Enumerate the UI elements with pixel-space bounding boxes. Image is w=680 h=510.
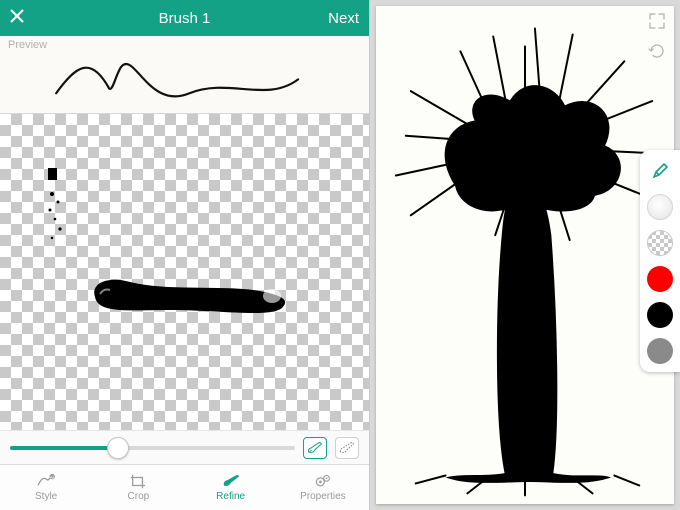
dock-swatch-transparent[interactable]: [647, 230, 673, 256]
properties-icon: [312, 473, 334, 489]
style-icon: Aa: [35, 473, 57, 489]
tab-label: Properties: [300, 491, 346, 502]
dock-swatch-soft[interactable]: [647, 194, 673, 220]
preview-label: Preview: [8, 39, 47, 51]
brush-shape-editor[interactable]: [0, 114, 369, 430]
tab-bar: Aa Style Crop Refine Properties: [0, 464, 369, 510]
refine-slider[interactable]: [10, 446, 295, 450]
next-button[interactable]: Next: [319, 10, 359, 27]
tool-dock: [640, 150, 680, 372]
tab-label: Crop: [128, 491, 150, 502]
erase-brush-icon: [339, 441, 355, 455]
slider-thumb[interactable]: [107, 437, 129, 459]
brush-preview: Preview: [0, 36, 369, 114]
brush-shape-svg: [0, 114, 369, 430]
tab-properties[interactable]: Properties: [277, 465, 369, 510]
dock-swatch-black[interactable]: [647, 302, 673, 328]
tab-refine[interactable]: Refine: [185, 465, 277, 510]
close-button[interactable]: [10, 9, 50, 27]
paint-mode-toggle[interactable]: [303, 437, 327, 459]
tree-artwork: [376, 6, 674, 504]
svg-text:Aa: Aa: [50, 475, 54, 479]
drawing-canvas[interactable]: [376, 6, 674, 504]
app-root: Brush 1 Next Preview: [0, 0, 680, 510]
crop-icon: [127, 473, 149, 489]
header-title: Brush 1: [50, 10, 319, 27]
close-icon: [10, 9, 24, 23]
brush-editor-panel: Brush 1 Next Preview: [0, 0, 370, 510]
dock-pencil-tool[interactable]: [647, 158, 673, 184]
tab-label: Style: [35, 491, 57, 502]
refine-slider-row: [0, 430, 369, 464]
pencil-icon: [652, 163, 668, 179]
dock-swatch-red[interactable]: [647, 266, 673, 292]
canvas-panel: [370, 0, 680, 510]
dock-swatch-gray[interactable]: [647, 338, 673, 364]
refine-icon: [220, 473, 242, 489]
erase-mode-toggle[interactable]: [335, 437, 359, 459]
expand-button[interactable]: [648, 12, 666, 30]
preview-stroke: [0, 36, 369, 113]
tab-style[interactable]: Aa Style: [0, 465, 92, 510]
paint-brush-icon: [307, 441, 323, 455]
tab-label: Refine: [216, 491, 245, 502]
refresh-icon: [648, 42, 666, 60]
tab-crop[interactable]: Crop: [92, 465, 184, 510]
refresh-button[interactable]: [648, 42, 666, 60]
expand-icon: [648, 12, 666, 30]
header-bar: Brush 1 Next: [0, 0, 369, 36]
